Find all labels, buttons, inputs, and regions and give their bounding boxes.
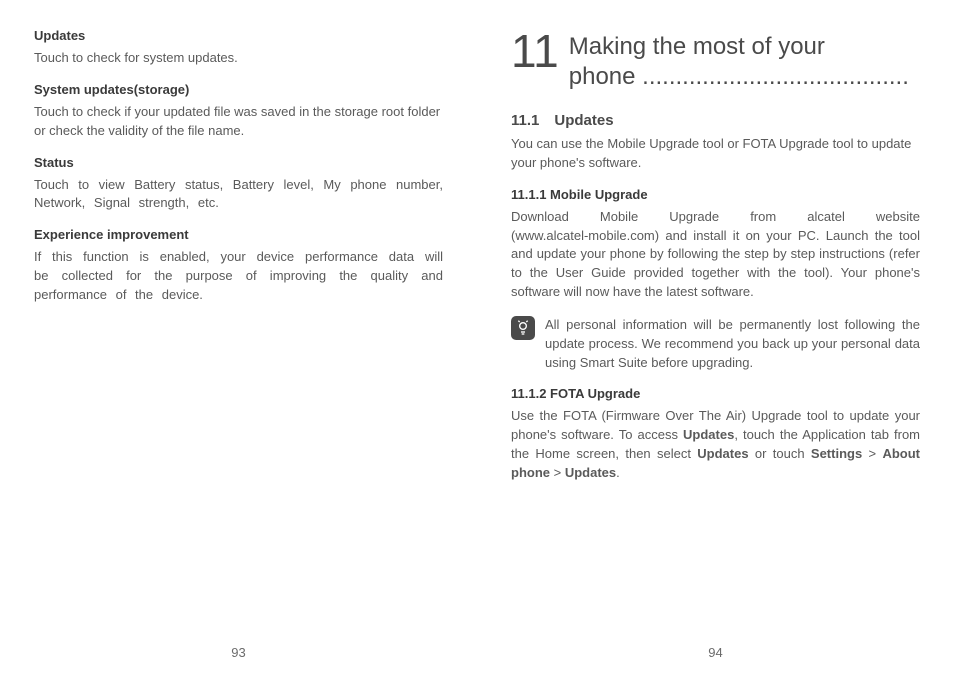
chapter-title-line2: phone ..................................… [569,63,909,90]
chapter-number: 11 [511,28,559,92]
fota-bold-settings: Settings [811,446,862,461]
tip-row: All personal information will be permane… [511,316,920,373]
body-experience-improvement: If this function is enabled, your device… [34,248,443,305]
body-status: Touch to view Battery status, Battery le… [34,176,443,214]
fota-mid3: > [550,465,565,480]
mobile-upgrade-body-text-part2: (www.alcatel-mobile.com) and install it … [511,228,920,300]
chapter-title: Making the most of your phone ..........… [569,32,909,92]
subsection-mobile-upgrade: 11.1.1 Mobile Upgrade [511,187,920,202]
body-updates: Touch to check for system updates. [34,49,443,68]
chapter-header: 11 Making the most of your phone .......… [511,28,920,92]
page-left: Updates Touch to check for system update… [0,0,477,678]
fota-mid2: or touch [749,446,811,461]
heading-experience-improvement: Experience improvement [34,227,443,242]
page-number-left: 93 [0,645,477,660]
section-updates: 11.1 Updates [511,112,920,129]
heading-updates: Updates [34,28,443,43]
body-system-updates-storage: Touch to check if your updated file was … [34,103,443,141]
subsection-fota-upgrade: 11.1.2 FOTA Upgrade [511,386,920,401]
heading-status: Status [34,155,443,170]
fota-gt1: > [862,446,882,461]
mobile-upgrade-body: Download Mobile Upgrade from alcatel web… [511,208,920,302]
heading-system-updates-storage: System updates(storage) [34,82,443,97]
fota-end: . [616,465,620,480]
chapter-title-line1: Making the most of your [569,33,825,60]
page-number-right: 94 [477,645,954,660]
page-right: 11 Making the most of your phone .......… [477,0,954,678]
mobile-upgrade-body-text-part1: Download Mobile Upgrade from alcatel web… [511,209,920,224]
fota-bold-updates-2: Updates [697,446,748,461]
fota-upgrade-body: Use the FOTA (Firmware Over The Air) Upg… [511,407,920,482]
fota-bold-updates-3: Updates [565,465,616,480]
lightbulb-icon [511,316,535,340]
fota-bold-updates-1: Updates [683,427,734,442]
tip-text: All personal information will be permane… [545,316,920,373]
section-intro: You can use the Mobile Upgrade tool or F… [511,135,920,173]
